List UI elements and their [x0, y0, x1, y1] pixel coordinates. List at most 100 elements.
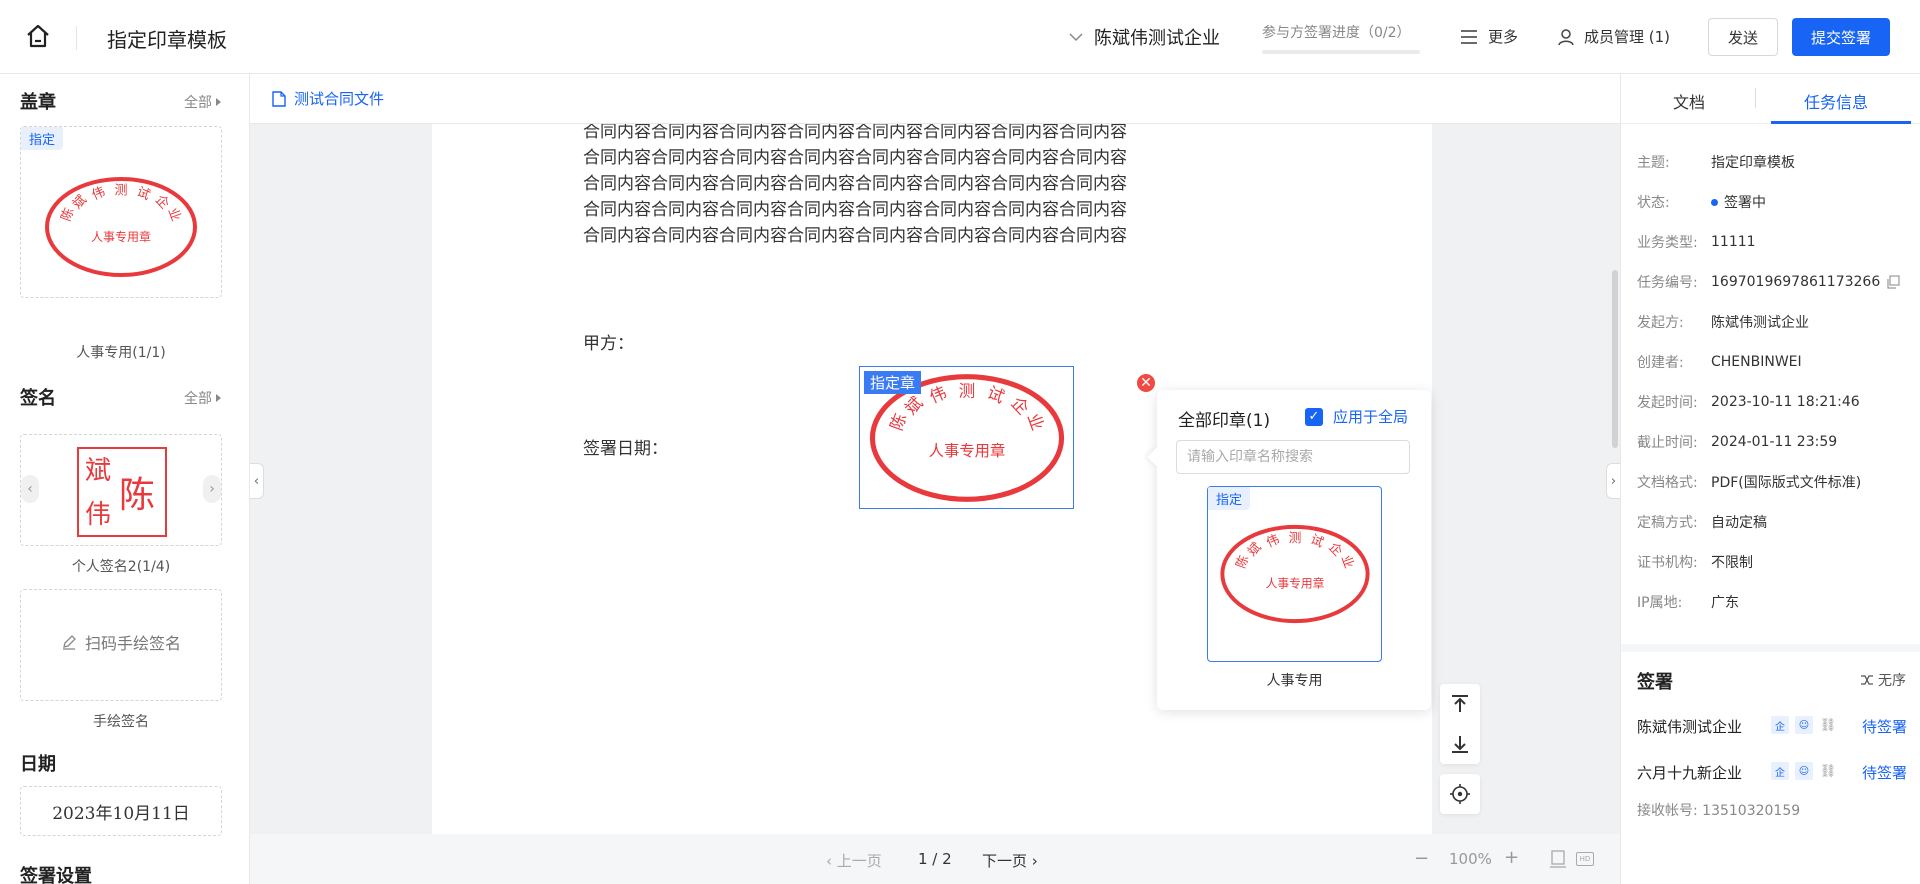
handdraw-caption: 手绘签名: [93, 714, 149, 730]
personal-signature-card[interactable]: ‹ 斌 陈 伟 ›: [20, 434, 222, 546]
seal-arc-char: 测: [1289, 531, 1302, 546]
placed-seal[interactable]: 陈斌伟测试企业人事专用章 指定章: [859, 366, 1074, 509]
personal-signature-caption: 个人签名2(1/4): [71, 559, 171, 575]
seal-image: 陈斌伟测试企业人事专用章: [45, 177, 197, 277]
seal-arc-char: 斌: [901, 393, 926, 418]
next-signature-button[interactable]: ›: [203, 475, 221, 503]
seal-card[interactable]: 指定 陈斌伟测试企业人事专用章: [20, 126, 222, 298]
home-icon[interactable]: [24, 22, 52, 50]
info-row-deadline: 截止时间: 2024-01-11 23:59: [1637, 432, 1837, 452]
info-row-business-type: 业务类型: 11111: [1637, 232, 1756, 252]
handdraw-label: 扫码手绘签名: [84, 634, 181, 653]
locate-tool: [1440, 774, 1480, 814]
seal-arc-char: 试: [134, 185, 152, 204]
more-label: 更多: [1488, 28, 1519, 46]
zoom-out-button[interactable]: −: [1414, 848, 1429, 869]
next-page-button[interactable]: 下一页 ›: [982, 850, 1038, 871]
signer-icons: 企 ☺ ⛓: [1771, 762, 1837, 780]
signer-row: 陈斌伟测试企业 企 ☺ ⛓ 待签署: [1637, 714, 1907, 738]
info-value: 不限制: [1711, 555, 1753, 571]
info-row-finalize: 定稿方式: 自动定稿: [1637, 512, 1767, 532]
tab-task-info[interactable]: 任务信息: [1804, 89, 1868, 113]
seal-option-card[interactable]: 指定 陈斌伟测试企业人事专用章: [1207, 486, 1382, 662]
date-section-title: 日期: [20, 754, 56, 775]
info-row-creator: 创建者: CHENBINWEI: [1637, 352, 1802, 372]
zoom-in-button[interactable]: +: [1504, 847, 1519, 868]
scroll-top-button[interactable]: [1440, 684, 1480, 724]
all-label: 全部: [184, 391, 212, 407]
seal-arc-char: 测: [114, 184, 127, 199]
seal-arc-char: 陈: [58, 206, 77, 224]
company-switcher[interactable]: 陈斌伟测试企业: [1068, 24, 1220, 50]
handdraw-signature-card[interactable]: 扫码手绘签名: [20, 589, 222, 701]
status-value: 签署中: [1724, 195, 1766, 211]
collapse-left-panel-button[interactable]: ‹: [250, 463, 264, 499]
file-tab[interactable]: 测试合同文件: [272, 88, 384, 109]
copy-icon[interactable]: [1886, 275, 1900, 289]
hd-view-icon[interactable]: HD: [1576, 852, 1594, 866]
info-key: 任务编号:: [1637, 275, 1698, 291]
seal-arc-char: 陈: [887, 411, 911, 433]
scrollbar[interactable]: [1612, 270, 1618, 448]
zoom-level: 100%: [1449, 850, 1492, 868]
signer-status[interactable]: 待签署: [1862, 716, 1907, 737]
person-icon: ☺: [1795, 762, 1813, 780]
sign-date-label: 签署日期：: [583, 439, 668, 459]
content-line: 合同内容合同内容合同内容合同内容合同内容合同内容合同内容合同内容: [583, 174, 1127, 194]
sign-progress: 参与方签署进度（0/2）: [1262, 22, 1420, 54]
remove-seal-button[interactable]: ✕: [1135, 372, 1157, 394]
signer-status[interactable]: 待签署: [1862, 762, 1907, 783]
member-label: 成员管理 (1): [1584, 28, 1671, 46]
person-icon: ☺: [1795, 716, 1813, 734]
info-key: 发起方:: [1637, 315, 1684, 331]
prev-page-button[interactable]: ‹ 上一页: [826, 850, 882, 871]
link-icon[interactable]: ⛓: [1819, 762, 1837, 780]
designated-tag: 指定: [1208, 487, 1251, 510]
info-key: 创建者:: [1637, 355, 1684, 371]
prev-signature-button[interactable]: ‹: [21, 475, 39, 503]
sign-order[interactable]: 无序: [1860, 670, 1906, 690]
tab-document[interactable]: 文档: [1673, 89, 1705, 113]
content-line: 合同内容合同内容合同内容合同内容合同内容合同内容合同内容合同内容: [583, 124, 1127, 142]
locate-button[interactable]: [1440, 774, 1480, 814]
signature-all-link[interactable]: 全部: [184, 388, 221, 408]
seal-section-title: 盖章: [20, 92, 56, 113]
handdraw-prompt: 扫码手绘签名: [21, 630, 221, 654]
right-tabs: 文档 任务信息: [1621, 74, 1920, 124]
info-value: 11111: [1711, 234, 1756, 250]
info-key: IP属地:: [1637, 595, 1683, 611]
seal-arc-char: 斌: [70, 192, 90, 212]
info-value: 广东: [1711, 595, 1739, 611]
apply-all-checkbox[interactable]: ✓ 应用于全局: [1305, 406, 1408, 427]
seal-caption: 人事专用(1/1): [76, 345, 166, 361]
info-key: 状态:: [1637, 195, 1670, 211]
send-button[interactable]: 发送: [1708, 18, 1778, 56]
seal-search-input[interactable]: [1176, 440, 1410, 474]
seal-center-text: 人事专用章: [1266, 577, 1325, 591]
enterprise-icon: 企: [1771, 716, 1789, 734]
info-key: 发起时间:: [1637, 395, 1698, 411]
seal-center-text: 人事专用章: [929, 442, 1006, 460]
signers-title: 签署: [1637, 672, 1673, 693]
seal-all-link[interactable]: 全部: [184, 92, 221, 112]
single-page-view-icon[interactable]: [1550, 850, 1566, 868]
signer-name: 六月十九新企业: [1637, 764, 1743, 782]
company-name: 陈斌伟测试企业: [1094, 28, 1220, 49]
placed-seal-tag: 指定章: [864, 371, 922, 394]
seal-arc-char: 斌: [1245, 540, 1265, 560]
info-value: 自动定稿: [1711, 515, 1767, 531]
info-key: 主题:: [1637, 155, 1670, 171]
shuffle-icon: [1861, 675, 1873, 685]
member-management-button[interactable]: 成员管理 (1): [1558, 26, 1670, 47]
apply-all-label: 应用于全局: [1333, 408, 1409, 426]
more-button[interactable]: 更多: [1460, 26, 1518, 47]
date-stamp[interactable]: 2023年10月11日: [20, 786, 222, 836]
submit-sign-button[interactable]: 提交签署: [1792, 18, 1890, 56]
link-icon[interactable]: ⛓: [1819, 716, 1837, 734]
content-line: 合同内容合同内容合同内容合同内容合同内容合同内容合同内容合同内容: [583, 226, 1127, 246]
left-panel: 盖章 全部 指定 陈斌伟测试企业人事专用章 人事专用(1/1) 签名 全部 ‹ …: [0, 74, 250, 884]
scroll-bottom-button[interactable]: [1440, 724, 1480, 764]
collapse-right-panel-button[interactable]: ›: [1606, 463, 1620, 499]
status-dot-icon: [1711, 198, 1718, 206]
info-value: CHENBINWEI: [1711, 354, 1802, 370]
